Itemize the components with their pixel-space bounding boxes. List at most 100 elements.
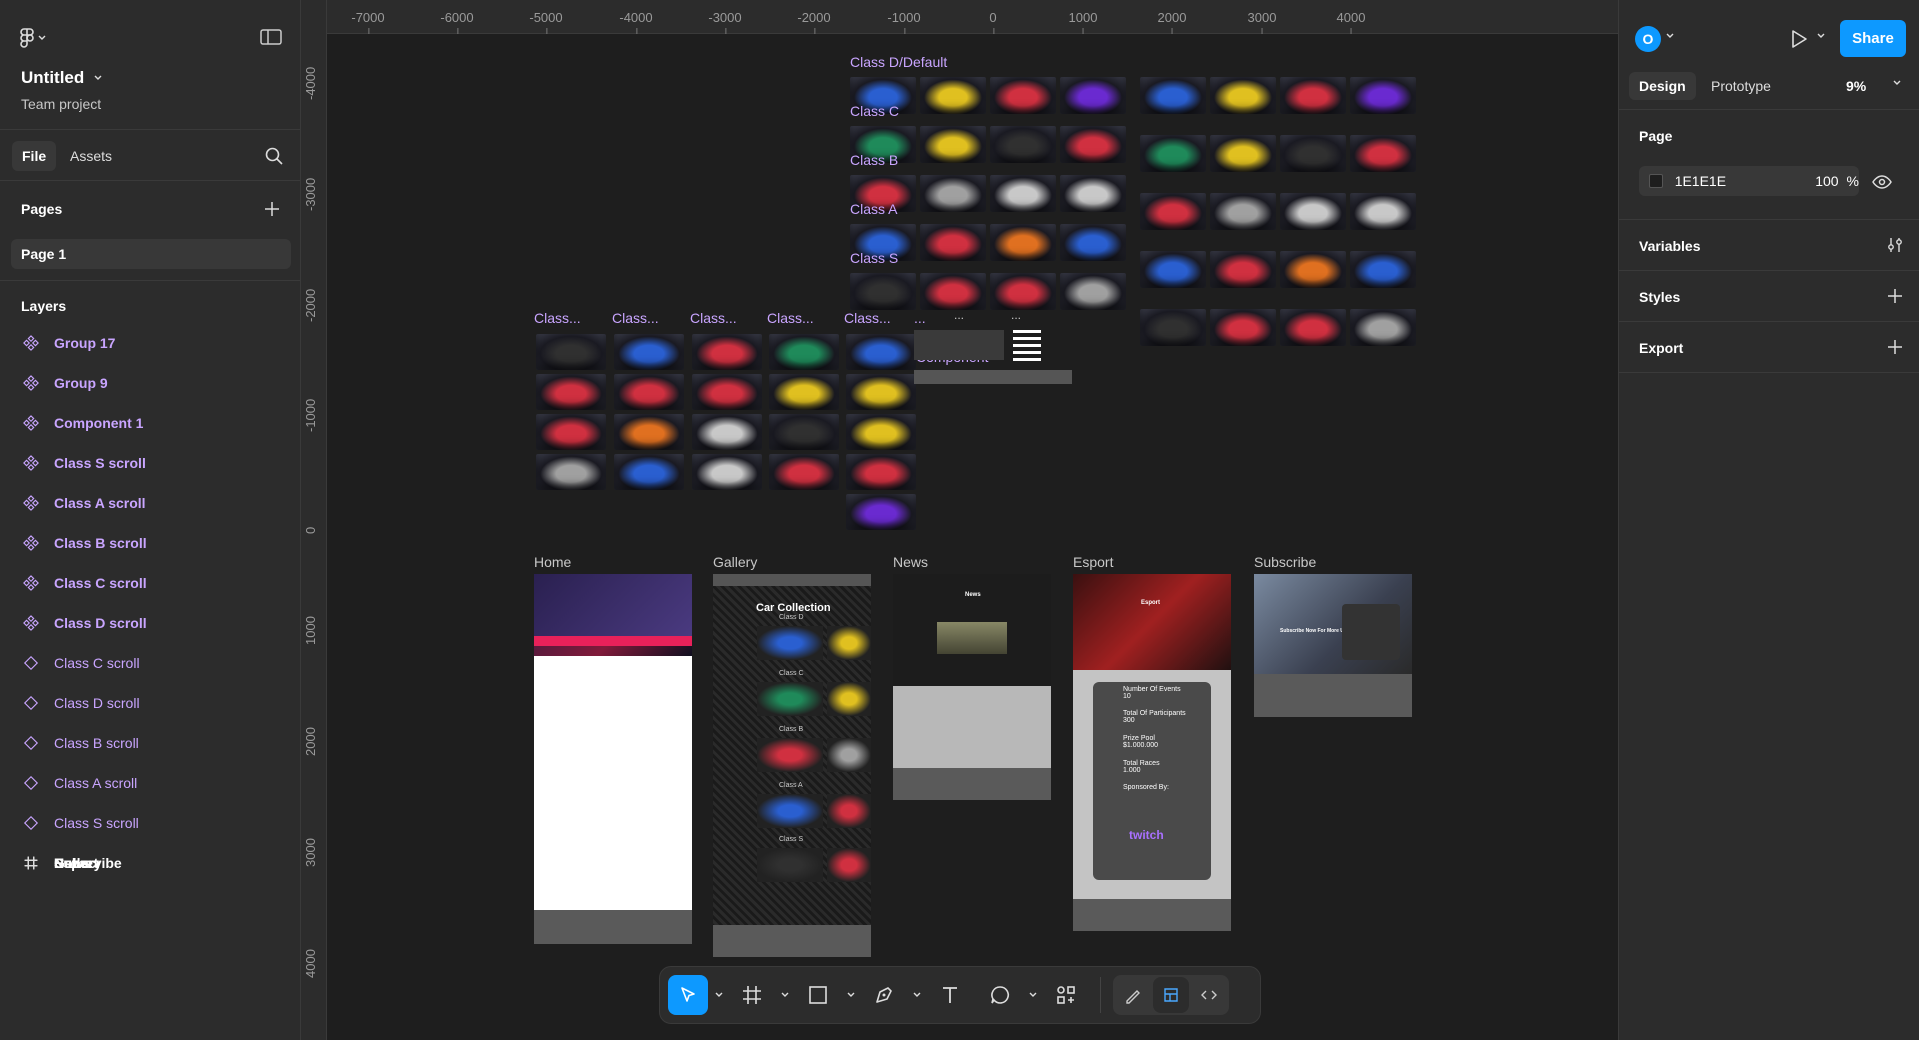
- layer-item[interactable]: Class C scroll: [0, 563, 300, 603]
- car-thumbnail[interactable]: [614, 374, 684, 410]
- car-thumbnail[interactable]: [769, 454, 839, 490]
- car-thumbnail[interactable]: [769, 334, 839, 370]
- dev-mode-button[interactable]: [1191, 977, 1227, 1013]
- navbar-component[interactable]: [914, 370, 1072, 384]
- layer-item[interactable]: Group 17: [0, 323, 300, 363]
- car-thumbnail[interactable]: [769, 414, 839, 450]
- main-menu-button[interactable]: [20, 26, 60, 50]
- tab-file[interactable]: File: [12, 141, 57, 171]
- car-thumbnail[interactable]: [1350, 77, 1416, 114]
- layer-item[interactable]: Class S scroll: [0, 443, 300, 483]
- share-button[interactable]: Share: [1840, 20, 1906, 57]
- car-thumbnail[interactable]: [1210, 193, 1276, 230]
- draw-mode-button[interactable]: [1115, 977, 1151, 1013]
- rectangle-tool-button[interactable]: [796, 975, 840, 1015]
- layer-item[interactable]: Class D scroll: [0, 603, 300, 643]
- car-thumbnail[interactable]: [614, 414, 684, 450]
- tab-design[interactable]: Design: [1629, 72, 1696, 100]
- car-thumbnail[interactable]: [536, 414, 606, 450]
- car-thumbnail[interactable]: [1060, 77, 1126, 114]
- canvas-label[interactable]: Class...: [612, 310, 659, 326]
- car-thumbnail[interactable]: [1210, 135, 1276, 172]
- car-thumbnail[interactable]: [536, 334, 606, 370]
- page-color-field[interactable]: 1E1E1E 100 %: [1639, 166, 1859, 196]
- esport-frame[interactable]: Esport Number Of Events 10 Total Of Partici…: [1073, 574, 1231, 931]
- opacity-value[interactable]: 100: [1802, 173, 1838, 189]
- layer-item[interactable]: Class A scroll: [0, 483, 300, 523]
- car-thumbnail[interactable]: [990, 126, 1056, 163]
- car-thumbnail[interactable]: [1140, 309, 1206, 346]
- home-frame[interactable]: AsphaltLegends: [534, 574, 692, 944]
- car-thumbnail[interactable]: [850, 273, 916, 310]
- chevron-down-icon[interactable]: [1893, 80, 1901, 86]
- car-thumbnail[interactable]: [990, 77, 1056, 114]
- car-thumbnail[interactable]: [1060, 224, 1126, 261]
- chevron-down-icon[interactable]: [1666, 33, 1674, 39]
- car-thumbnail[interactable]: [1210, 251, 1276, 288]
- car-thumbnail[interactable]: [1210, 77, 1276, 114]
- car-thumbnail[interactable]: [1280, 193, 1346, 230]
- canvas-label[interactable]: Esport: [1073, 554, 1113, 570]
- project-name[interactable]: Team project: [21, 96, 101, 112]
- layer-item[interactable]: Class B scroll: [0, 723, 300, 763]
- canvas-label[interactable]: Subscribe: [1254, 554, 1316, 570]
- car-thumbnail[interactable]: [846, 414, 916, 450]
- tab-assets[interactable]: Assets: [60, 141, 122, 171]
- car-thumbnail[interactable]: [990, 224, 1056, 261]
- canvas-label[interactable]: Class D/Default: [850, 54, 947, 70]
- design-mode-button[interactable]: [1153, 977, 1189, 1013]
- move-tool-button[interactable]: [668, 975, 708, 1015]
- variables-settings-icon[interactable]: [1885, 235, 1905, 255]
- component-frame[interactable]: [914, 330, 1004, 360]
- car-thumbnail[interactable]: [846, 334, 916, 370]
- layer-item[interactable]: Class D scroll: [0, 683, 300, 723]
- car-thumbnail[interactable]: [1350, 193, 1416, 230]
- canvas-label[interactable]: Gallery: [713, 554, 757, 570]
- car-thumbnail[interactable]: [846, 494, 916, 530]
- eye-icon[interactable]: [1872, 172, 1892, 192]
- car-thumbnail[interactable]: [536, 374, 606, 410]
- search-icon[interactable]: [263, 145, 285, 167]
- car-thumbnail[interactable]: [1280, 77, 1346, 114]
- menu-icon-component[interactable]: [1013, 330, 1041, 362]
- car-thumbnail[interactable]: [920, 175, 986, 212]
- add-style-icon[interactable]: [1885, 286, 1905, 306]
- car-thumbnail[interactable]: [614, 334, 684, 370]
- comment-tool-button[interactable]: [978, 975, 1022, 1015]
- car-thumbnail[interactable]: [920, 224, 986, 261]
- car-thumbnail[interactable]: [920, 77, 986, 114]
- canvas-label[interactable]: Class A: [850, 201, 897, 217]
- car-thumbnail[interactable]: [920, 273, 986, 310]
- car-thumbnail[interactable]: [1060, 273, 1126, 310]
- user-avatar[interactable]: O: [1635, 26, 1661, 52]
- subscribe-frame[interactable]: Subscribe Now For More Updates: [1254, 574, 1412, 717]
- canvas-label[interactable]: ...: [1011, 308, 1021, 322]
- actions-tool-button[interactable]: [1044, 975, 1088, 1015]
- present-play-icon[interactable]: [1785, 26, 1811, 52]
- canvas-label[interactable]: ...: [954, 308, 964, 322]
- car-thumbnail[interactable]: [1350, 251, 1416, 288]
- canvas-label[interactable]: Class...: [844, 310, 891, 326]
- chevron-down-icon[interactable]: [1817, 33, 1825, 39]
- car-thumbnail[interactable]: [1280, 309, 1346, 346]
- car-thumbnail[interactable]: [769, 374, 839, 410]
- chevron-down-icon[interactable]: [846, 991, 856, 999]
- car-thumbnail[interactable]: [1060, 175, 1126, 212]
- car-thumbnail[interactable]: [614, 454, 684, 490]
- tab-prototype[interactable]: Prototype: [1701, 72, 1781, 100]
- layer-item[interactable]: Group 9: [0, 363, 300, 403]
- car-thumbnail[interactable]: [1060, 126, 1126, 163]
- color-hex[interactable]: 1E1E1E: [1675, 173, 1792, 189]
- page-item[interactable]: Page 1: [11, 239, 291, 269]
- pen-tool-button[interactable]: [862, 975, 906, 1015]
- color-swatch[interactable]: [1649, 174, 1663, 188]
- car-thumbnail[interactable]: [990, 273, 1056, 310]
- text-tool-button[interactable]: [928, 975, 972, 1015]
- canvas-label[interactable]: Class B: [850, 152, 898, 168]
- car-thumbnail[interactable]: [1350, 309, 1416, 346]
- frame-tool-button[interactable]: [730, 975, 774, 1015]
- car-thumbnail[interactable]: [920, 126, 986, 163]
- car-thumbnail[interactable]: [692, 454, 762, 490]
- chevron-down-icon[interactable]: [780, 991, 790, 999]
- chevron-down-icon[interactable]: [1028, 991, 1038, 999]
